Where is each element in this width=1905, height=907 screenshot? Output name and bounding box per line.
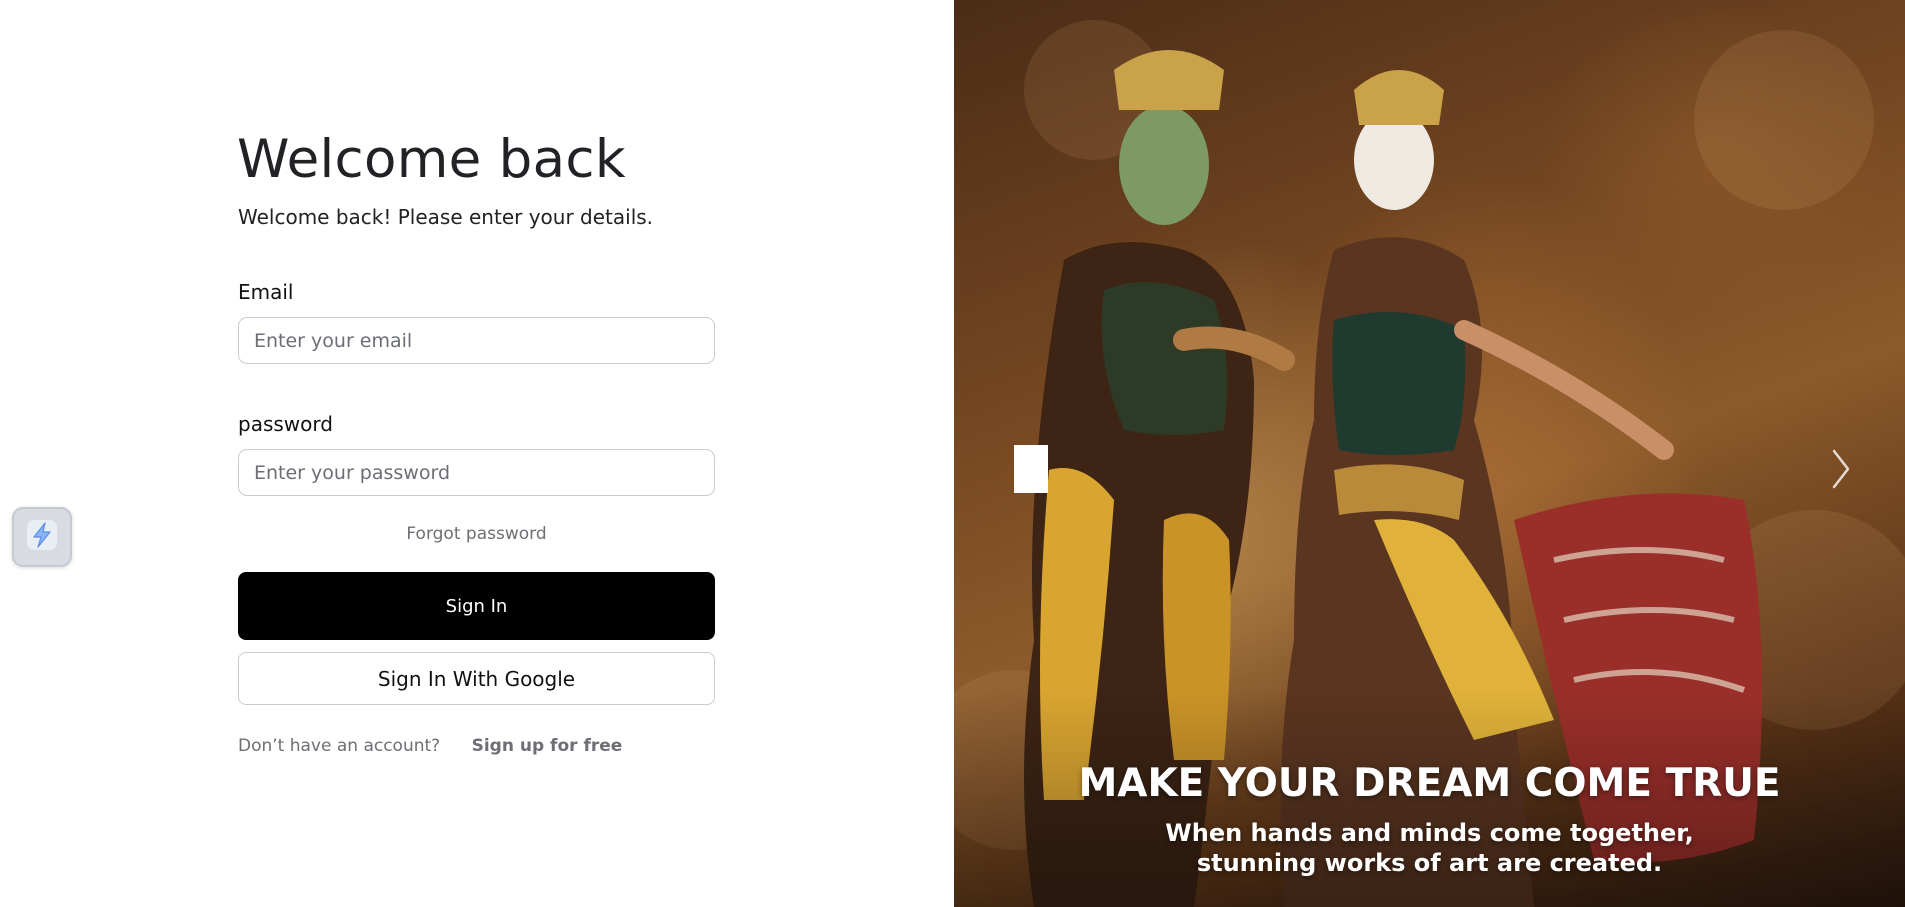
page-title: Welcome back [237, 129, 626, 190]
chevron-left-icon[interactable] [1014, 445, 1048, 493]
floating-widget-button[interactable] [12, 507, 72, 567]
forgot-password-link[interactable]: Forgot password [238, 523, 715, 545]
signup-row: Don’t have an account? Sign up for free [238, 735, 622, 757]
email-field[interactable] [238, 317, 715, 364]
sign-up-link[interactable]: Sign up for free [472, 736, 623, 756]
password-label: password [238, 412, 333, 436]
hero-title: MAKE YOUR DREAM COME TRUE [1078, 761, 1781, 806]
hero-subtitle: When hands and minds come together, stun… [1165, 819, 1694, 877]
page-subtitle: Welcome back! Please enter your details. [238, 205, 654, 229]
email-label: Email [238, 280, 294, 304]
password-field[interactable] [238, 449, 715, 496]
sign-in-button[interactable]: Sign In [238, 572, 715, 640]
lightning-bolt-icon [25, 518, 59, 556]
login-panel: Welcome back Welcome back! Please enter … [0, 0, 954, 907]
chevron-right-icon[interactable] [1824, 445, 1858, 493]
google-sign-in-button[interactable]: Sign In With Google [238, 652, 715, 705]
no-account-text: Don’t have an account? [238, 736, 441, 756]
hero-panel: MAKE YOUR DREAM COME TRUE When hands and… [954, 0, 1905, 907]
